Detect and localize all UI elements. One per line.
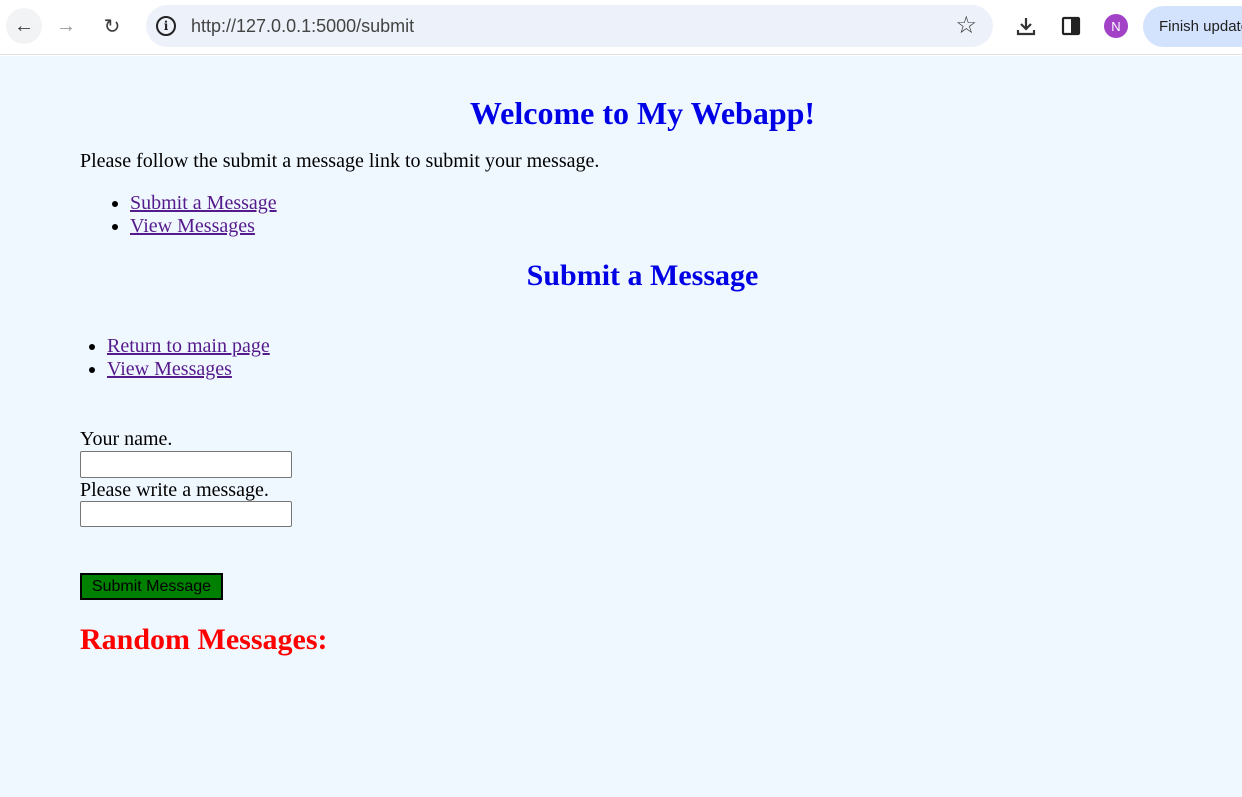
site-info-icon[interactable]: i: [156, 16, 176, 36]
forward-button[interactable]: →: [50, 8, 82, 44]
profile-avatar[interactable]: N: [1104, 14, 1128, 38]
arrow-right-icon: →: [56, 14, 76, 37]
submit-message-link[interactable]: Submit a Message: [130, 192, 277, 214]
page-body: Welcome to My Webapp! Please follow the …: [0, 56, 1242, 797]
name-input[interactable]: [80, 451, 292, 478]
name-label: Your name.: [80, 428, 173, 450]
random-messages-heading: Random Messages:: [80, 623, 328, 656]
list-item: View Messages: [130, 215, 277, 238]
finish-update-button[interactable]: Finish update: [1143, 6, 1242, 47]
side-panel-icon[interactable]: [1057, 12, 1085, 40]
message-label: Please write a message.: [80, 479, 269, 501]
welcome-heading: Welcome to My Webapp!: [469, 95, 816, 131]
submit-heading: Submit a Message: [526, 259, 759, 292]
view-messages-link-2[interactable]: View Messages: [107, 358, 232, 380]
url-text[interactable]: http://127.0.0.1:5000/submit: [191, 16, 414, 37]
view-messages-link[interactable]: View Messages: [130, 215, 255, 237]
list-item: Return to main page: [107, 335, 270, 358]
browser-toolbar: ← → ↻ i http://127.0.0.1:5000/submit ☆ N…: [0, 0, 1242, 55]
list-item: View Messages: [107, 358, 270, 381]
address-bar[interactable]: i http://127.0.0.1:5000/submit ☆: [146, 5, 993, 47]
download-icon[interactable]: [1012, 12, 1040, 40]
arrow-left-icon: ←: [14, 14, 34, 37]
back-button[interactable]: ←: [6, 8, 42, 44]
reload-button[interactable]: ↻: [96, 8, 128, 44]
main-nav-list: Submit a Message View Messages: [80, 192, 277, 238]
intro-text: Please follow the submit a message link …: [80, 150, 600, 172]
list-item: Submit a Message: [130, 192, 277, 215]
return-main-link[interactable]: Return to main page: [107, 335, 270, 357]
submit-message-button[interactable]: Submit Message: [80, 573, 223, 600]
reload-icon: ↻: [103, 15, 121, 38]
secondary-nav-list: Return to main page View Messages: [80, 335, 270, 381]
bookmark-star-icon[interactable]: ☆: [955, 11, 977, 40]
message-input[interactable]: [80, 501, 292, 527]
